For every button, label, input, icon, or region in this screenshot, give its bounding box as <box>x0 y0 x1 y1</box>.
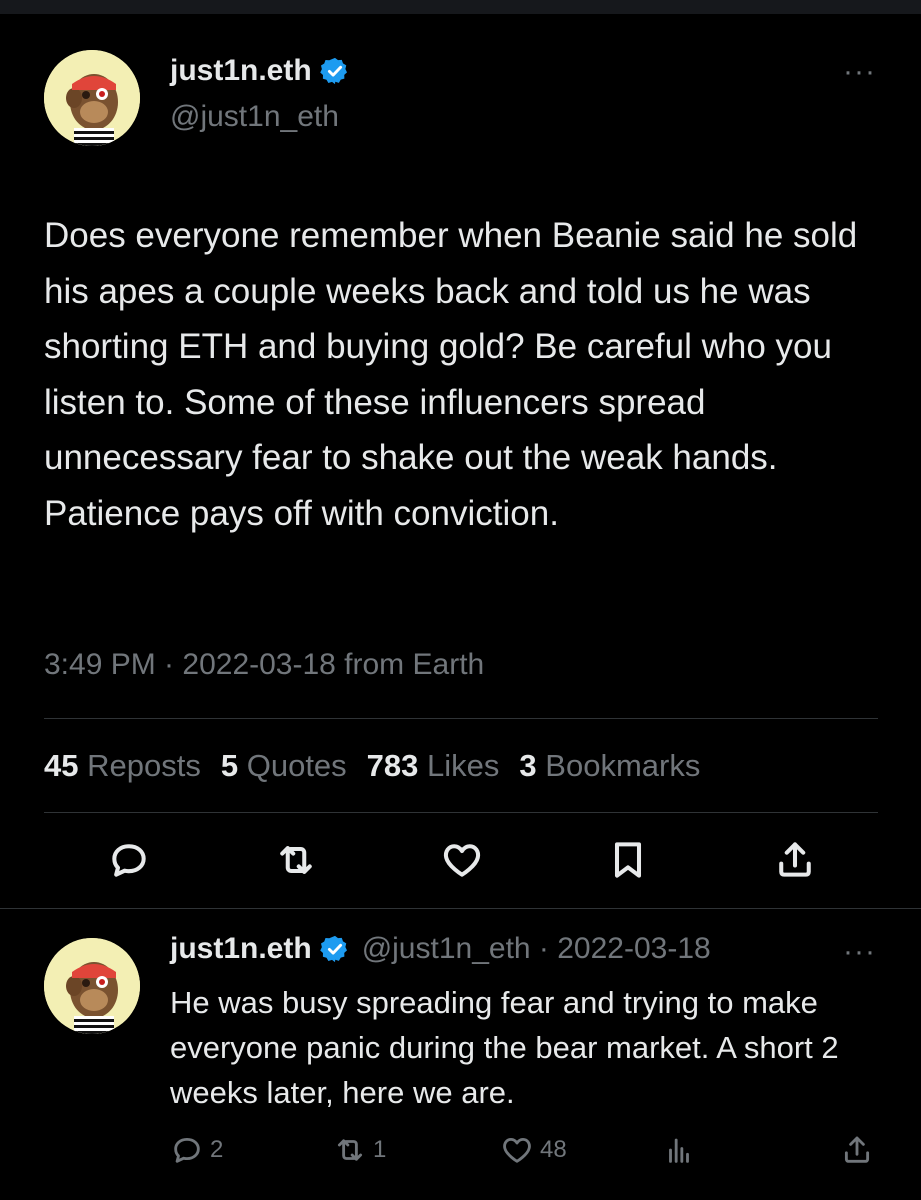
like-icon[interactable] <box>440 838 484 882</box>
reply-text: He was busy spreading fear and trying to… <box>170 985 839 1110</box>
tweet-text: Does everyone remember when Beanie said … <box>44 216 858 533</box>
stat-count: 5 <box>220 748 239 783</box>
reply-display-name[interactable]: just1n.eth <box>170 932 312 966</box>
author-handle[interactable]: @just1n_eth <box>170 100 339 134</box>
reply-avatar[interactable] <box>44 938 140 1034</box>
stat-count: 783 <box>366 748 419 783</box>
tweet-timestamp[interactable]: 3:49 PM · 2022-03-18 from Earth <box>44 648 484 682</box>
stat-quotes[interactable]: 5 Quotes <box>221 748 347 784</box>
verified-badge-icon <box>319 935 347 963</box>
author-name-row: just1n.eth <box>170 54 350 88</box>
views-icon <box>669 1138 689 1163</box>
reply-views-button[interactable] <box>662 1133 696 1167</box>
reply-more-options-icon[interactable]: ··· <box>843 937 876 967</box>
divider <box>0 908 921 909</box>
avatar[interactable] <box>44 50 140 146</box>
reply-share-button[interactable] <box>840 1133 874 1167</box>
verified-badge-icon <box>319 57 347 85</box>
divider <box>44 812 878 813</box>
stat-label: Reposts <box>87 748 201 783</box>
top-bar <box>0 0 921 14</box>
reply-handle-date[interactable]: @just1n_eth · 2022-03-18 <box>362 932 711 966</box>
repost-count: 1 <box>373 1136 387 1163</box>
ape-avatar-icon <box>44 50 140 146</box>
repost-icon[interactable] <box>274 838 318 882</box>
reply-like-button[interactable]: 48 <box>500 1133 567 1167</box>
stat-bookmarks[interactable]: 3 Bookmarks <box>519 748 700 784</box>
stat-count: 3 <box>519 748 537 783</box>
reply-reply-button[interactable]: 2 <box>170 1133 223 1167</box>
stat-label: Bookmarks <box>545 748 701 783</box>
stat-label: Likes <box>427 748 500 783</box>
stat-likes[interactable]: 783 Likes <box>367 748 500 784</box>
reply-repost-button[interactable]: 1 <box>333 1133 386 1167</box>
share-icon <box>844 1136 870 1163</box>
like-icon <box>503 1137 531 1163</box>
reply-author-row: just1n.eth @just1n_eth · 2022-03-18 <box>170 932 711 966</box>
like-count: 48 <box>540 1136 567 1163</box>
stat-label: Quotes <box>246 748 347 783</box>
reply-icon <box>174 1137 200 1163</box>
repost-icon <box>337 1139 363 1161</box>
stat-count: 45 <box>44 748 79 783</box>
bookmark-icon[interactable] <box>606 838 650 882</box>
display-name[interactable]: just1n.eth <box>170 54 312 88</box>
share-icon[interactable] <box>773 838 817 882</box>
reply-count: 2 <box>210 1136 224 1163</box>
ape-avatar-icon <box>44 938 140 1034</box>
divider <box>44 718 878 719</box>
tweet-action-bar <box>0 838 921 888</box>
engagement-stats: 45 Reposts 5 Quotes 783 Likes 3 Bookmark… <box>44 748 700 784</box>
reply-action-bar: 2 1 48 <box>0 1133 921 1173</box>
more-options-icon[interactable]: ··· <box>843 57 876 87</box>
stat-reposts[interactable]: 45 Reposts <box>44 748 201 784</box>
reply-icon[interactable] <box>107 838 151 882</box>
